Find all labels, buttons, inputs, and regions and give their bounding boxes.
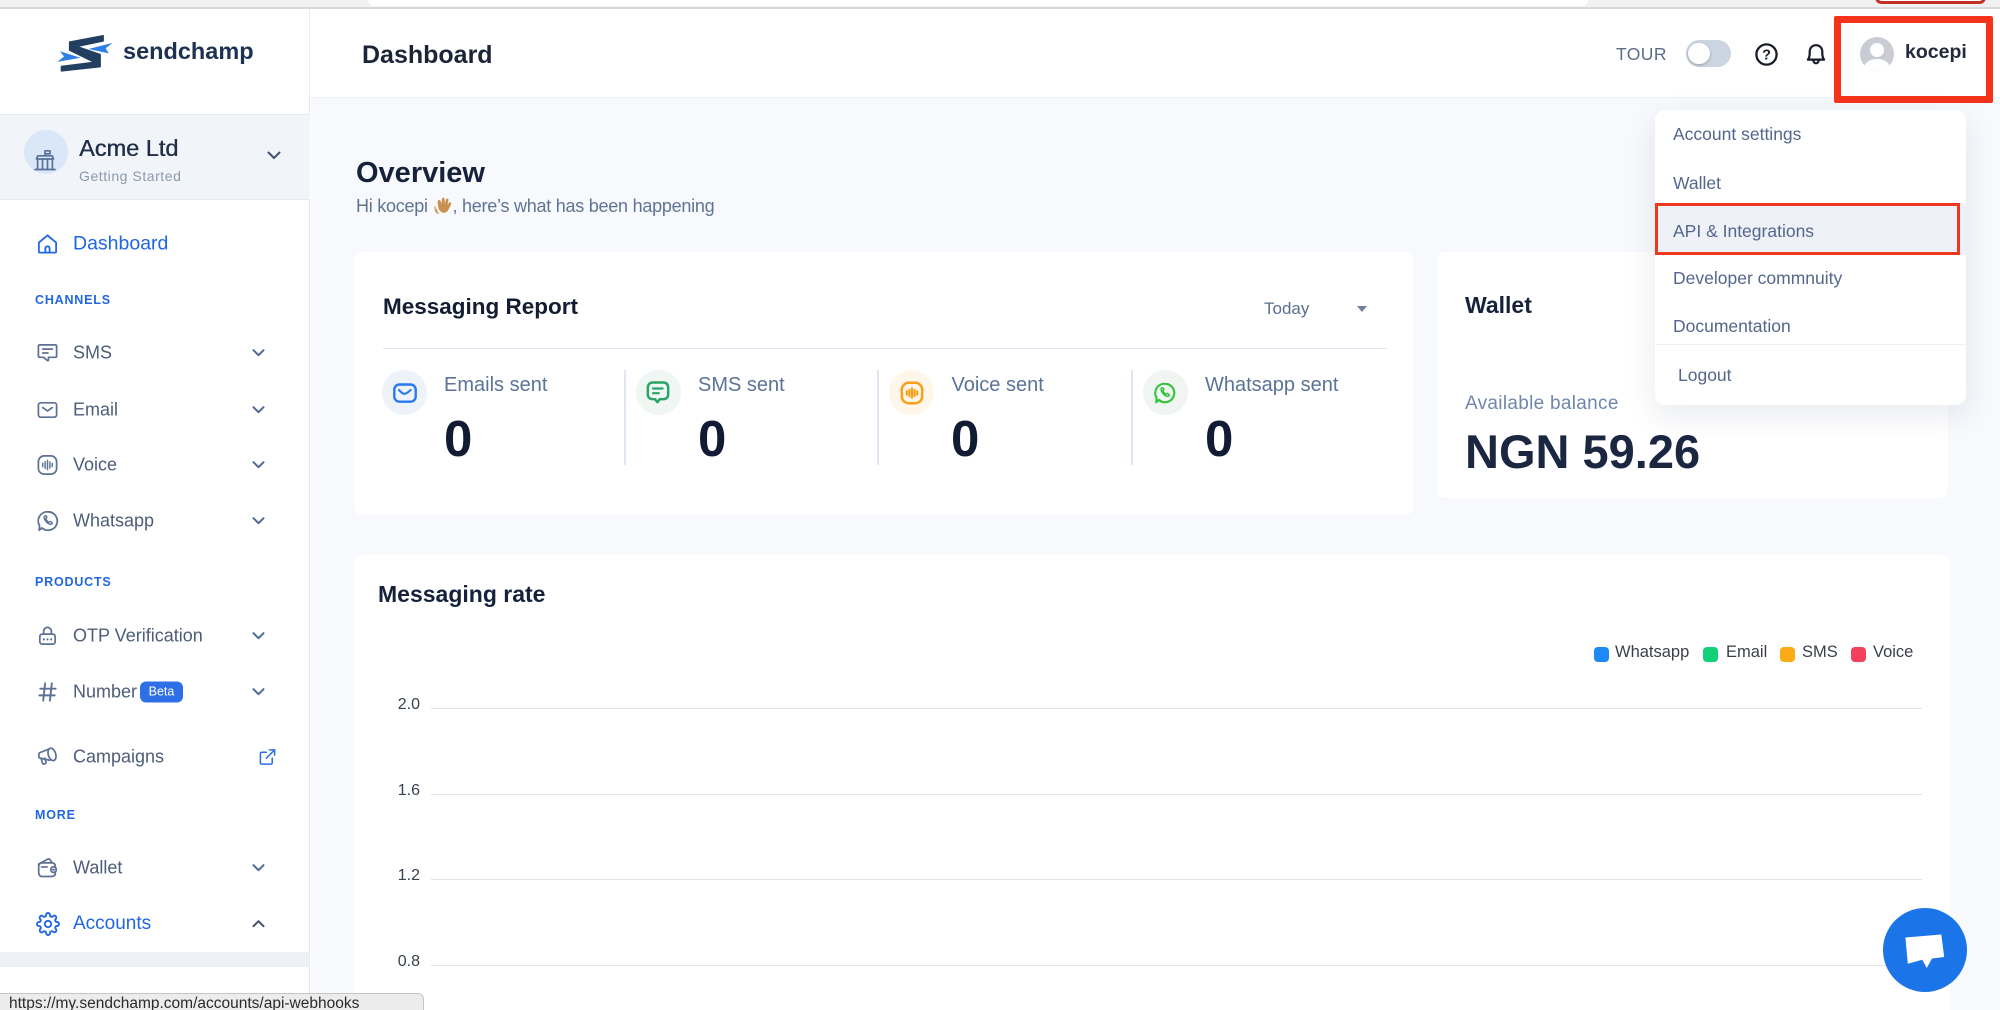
svg-text:?: ? — [1762, 47, 1771, 63]
